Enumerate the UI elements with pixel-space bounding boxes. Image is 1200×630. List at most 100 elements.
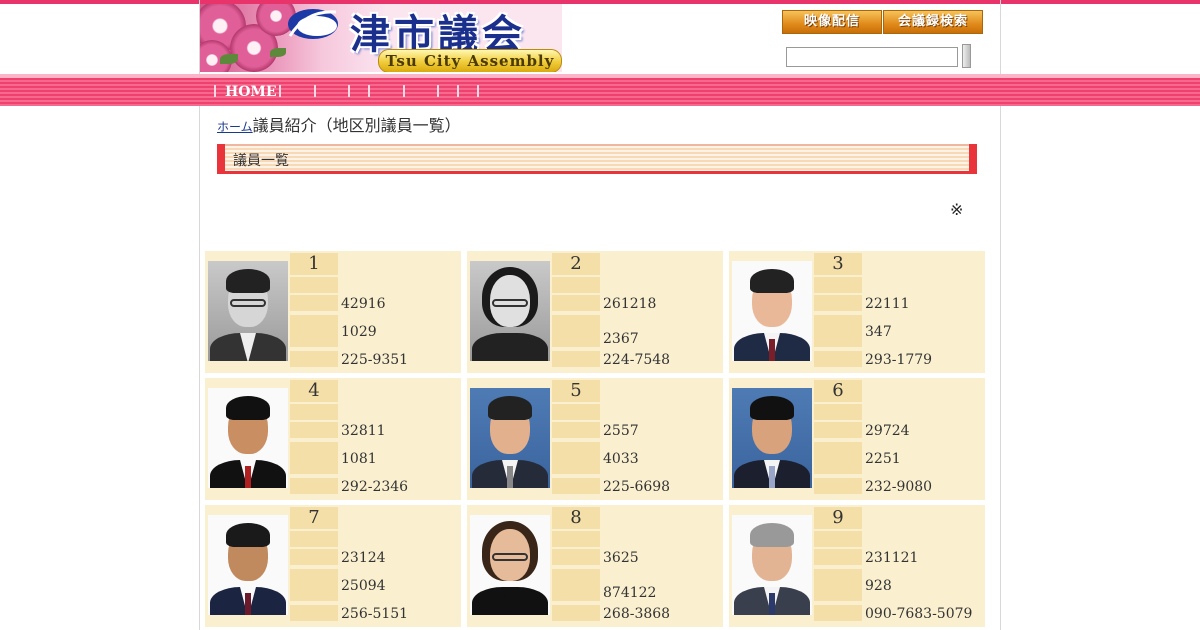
member-address-number: 347 xyxy=(865,324,892,340)
member-postal-code: 23124 xyxy=(341,550,386,566)
member-label-cell xyxy=(290,277,338,293)
member-phone: 268-3868 xyxy=(603,606,671,622)
member-label-cell xyxy=(552,569,600,601)
member-address-number: 4033 xyxy=(603,451,639,467)
member-postal-code: 32811 xyxy=(341,423,386,439)
member-photo xyxy=(208,388,288,488)
member-label-cell xyxy=(290,315,338,347)
member-card: 5 2557 4033 225-6698 xyxy=(467,378,723,500)
leaf-image xyxy=(270,48,286,57)
member-label-cell xyxy=(552,351,600,367)
section-title: 議員一覧 xyxy=(233,153,289,169)
member-phone: 225-6698 xyxy=(603,479,671,495)
member-card: 3 22111 347 293-1779 xyxy=(729,251,985,373)
member-postal-code: 231121 xyxy=(865,550,919,566)
breadcrumb-current: 議員紹介（地区別議員一覧） xyxy=(252,116,461,135)
member-label-cell xyxy=(552,422,600,438)
member-label-cell xyxy=(552,549,600,565)
nav-separator xyxy=(348,85,350,97)
site-title-english: Tsu City Assembly xyxy=(378,49,562,72)
member-number: 2 xyxy=(552,253,600,275)
nav-separator xyxy=(403,85,405,97)
member-label-cell xyxy=(814,351,862,367)
video-stream-button[interactable]: 映像配信 xyxy=(782,10,882,34)
nav-separator xyxy=(477,85,479,97)
leaf-image xyxy=(220,54,238,64)
member-phone: 090-7683-5079 xyxy=(865,606,973,622)
member-label-cell xyxy=(290,351,338,367)
nav-separator xyxy=(437,85,439,97)
member-address-number: 1081 xyxy=(341,451,377,467)
member-address-number: 2251 xyxy=(865,451,901,467)
member-postal-code: 3625 xyxy=(603,550,639,566)
section-heading: 議員一覧 xyxy=(217,144,977,174)
member-label-cell xyxy=(290,295,338,311)
member-label-cell xyxy=(552,404,600,420)
member-phone: 225-9351 xyxy=(341,352,409,368)
member-card: 2 261218 2367 224-7548 xyxy=(467,251,723,373)
member-label-cell xyxy=(290,605,338,621)
member-label-cell xyxy=(290,422,338,438)
nav-separator xyxy=(457,85,459,97)
member-address-number: 25094 xyxy=(341,578,386,594)
global-nav xyxy=(0,74,1200,106)
note-mark: ※ xyxy=(950,200,964,219)
member-postal-code: 22111 xyxy=(865,296,910,312)
member-card: 7 23124 25094 256-5151 xyxy=(205,505,461,627)
member-number: 4 xyxy=(290,380,338,402)
member-address-number: 874122 xyxy=(603,585,657,601)
nav-separator xyxy=(314,85,316,97)
member-postal-code: 261218 xyxy=(603,296,657,312)
member-label-cell xyxy=(814,478,862,494)
member-address-number: 928 xyxy=(865,578,892,594)
member-label-cell xyxy=(552,442,600,474)
member-card: 9 231121 928 090-7683-5079 xyxy=(729,505,985,627)
member-label-cell xyxy=(290,531,338,547)
member-photo xyxy=(208,515,288,615)
member-label-cell xyxy=(552,315,600,347)
member-label-cell xyxy=(814,277,862,293)
nav-separator xyxy=(368,85,370,97)
member-label-cell xyxy=(290,404,338,420)
site-banner[interactable]: 津市議会 Tsu City Assembly xyxy=(200,4,562,72)
member-label-cell xyxy=(814,605,862,621)
member-number: 3 xyxy=(814,253,862,275)
city-logo-icon xyxy=(288,9,338,39)
nav-home[interactable]: HOME xyxy=(225,84,277,100)
member-label-cell xyxy=(552,531,600,547)
member-number: 5 xyxy=(552,380,600,402)
member-label-cell xyxy=(552,277,600,293)
member-photo xyxy=(732,515,812,615)
member-photo xyxy=(732,388,812,488)
member-phone: 256-5151 xyxy=(341,606,409,622)
member-card: 8 3625 874122 268-3868 xyxy=(467,505,723,627)
member-postal-code: 2557 xyxy=(603,423,639,439)
member-label-cell xyxy=(290,569,338,601)
search-input[interactable] xyxy=(786,47,958,67)
member-label-cell xyxy=(290,478,338,494)
member-number: 1 xyxy=(290,253,338,275)
member-label-cell xyxy=(814,404,862,420)
member-label-cell xyxy=(814,422,862,438)
member-label-cell xyxy=(814,295,862,311)
member-photo xyxy=(470,261,550,361)
breadcrumb-home-link[interactable]: ホーム xyxy=(217,120,253,134)
member-postal-code: 29724 xyxy=(865,423,910,439)
member-address-number: 2367 xyxy=(603,331,639,347)
top-accent-line xyxy=(0,0,1200,4)
minutes-search-button[interactable]: 会議録検索 xyxy=(883,10,983,34)
member-label-cell xyxy=(552,295,600,311)
member-phone: 292-2346 xyxy=(341,479,409,495)
member-label-cell xyxy=(814,531,862,547)
search-submit-button[interactable] xyxy=(962,44,971,68)
member-label-cell xyxy=(814,549,862,565)
member-photo xyxy=(470,388,550,488)
member-photo xyxy=(470,515,550,615)
member-postal-code: 42916 xyxy=(341,296,386,312)
member-label-cell xyxy=(552,478,600,494)
member-phone: 293-1779 xyxy=(865,352,933,368)
member-label-cell xyxy=(552,605,600,621)
member-photo xyxy=(732,261,812,361)
nav-separator xyxy=(279,85,281,97)
member-phone: 232-9080 xyxy=(865,479,933,495)
